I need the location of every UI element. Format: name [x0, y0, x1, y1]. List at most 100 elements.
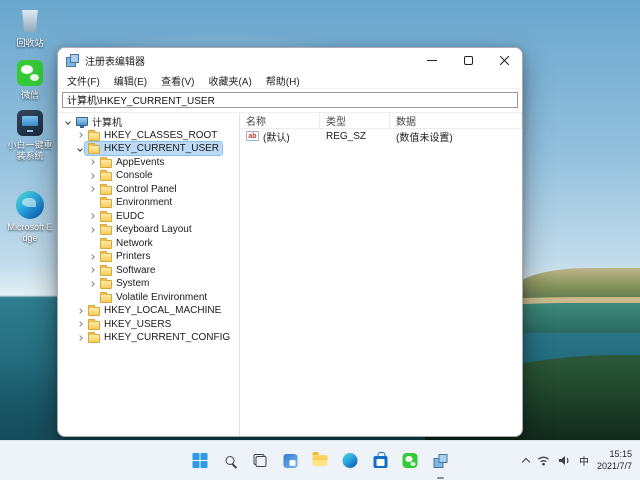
tree-node-appevents[interactable]: AppEvents: [58, 156, 239, 170]
expand-icon[interactable]: [89, 186, 95, 192]
expand-icon[interactable]: [89, 267, 95, 273]
column-header-type[interactable]: 类型: [320, 113, 390, 128]
collapse-icon[interactable]: [65, 119, 71, 125]
expand-icon[interactable]: [89, 159, 95, 165]
volume-button[interactable]: [558, 455, 571, 466]
collapse-icon[interactable]: [77, 146, 83, 152]
tree-node-label: Volatile Environment: [116, 292, 207, 303]
minimize-button[interactable]: [414, 48, 450, 72]
folder-icon: [88, 334, 100, 343]
expander-cell[interactable]: [74, 336, 85, 340]
widgets-button[interactable]: [277, 447, 304, 474]
tree-node-eudc[interactable]: EUDC: [58, 210, 239, 224]
expander-cell[interactable]: [86, 160, 97, 164]
expand-icon[interactable]: [89, 213, 95, 219]
tree-node-hkey-current-config[interactable]: HKEY_CURRENT_CONFIG: [58, 331, 239, 345]
tree-node-label: 计算机: [92, 114, 122, 129]
expand-icon[interactable]: [89, 227, 95, 233]
tree-node-software[interactable]: Software: [58, 264, 239, 278]
expander-cell[interactable]: [86, 174, 97, 178]
tree-node-label: Environment: [116, 197, 172, 208]
wechat-button[interactable]: [397, 447, 424, 474]
expander-cell[interactable]: [86, 268, 97, 272]
expander-cell[interactable]: [86, 282, 97, 286]
tree-node-control-panel[interactable]: Control Panel: [58, 183, 239, 197]
tree-node-label: Keyboard Layout: [116, 224, 192, 235]
menu-help[interactable]: 帮助(H): [259, 72, 307, 89]
value-data: (数值未设置): [390, 129, 522, 144]
tree-node-hkey-current-user[interactable]: HKEY_CURRENT_USER: [58, 142, 239, 156]
reg-sz-icon: ab: [246, 131, 259, 141]
desktop-icon-wechat[interactable]: 微信: [6, 58, 54, 101]
tree-node-network[interactable]: Network: [58, 237, 239, 251]
task-view-button[interactable]: [247, 447, 274, 474]
address-bar[interactable]: [62, 92, 518, 108]
expand-icon[interactable]: [89, 173, 95, 179]
close-button[interactable]: [486, 48, 522, 72]
tree-node-system[interactable]: System: [58, 277, 239, 291]
expand-icon[interactable]: [77, 335, 83, 341]
value-name: (默认): [263, 129, 290, 144]
expander-cell[interactable]: [86, 214, 97, 218]
tree-node-environment[interactable]: Environment: [58, 196, 239, 210]
expand-icon[interactable]: [89, 254, 95, 260]
tree-node-console[interactable]: Console: [58, 169, 239, 183]
tree-node-hkey-users[interactable]: HKEY_USERS: [58, 318, 239, 332]
expand-icon[interactable]: [77, 321, 83, 327]
registry-value-row[interactable]: ab (默认) REG_SZ(数值未设置): [240, 129, 522, 143]
expander-cell[interactable]: [74, 133, 85, 137]
caption-buttons: [414, 48, 522, 72]
start-button[interactable]: [187, 447, 214, 474]
ime-indicator[interactable]: 中: [579, 453, 589, 468]
tree-node-hkey-local-machine[interactable]: HKEY_LOCAL_MACHINE: [58, 304, 239, 318]
store-button[interactable]: [367, 447, 394, 474]
expander-cell[interactable]: [74, 147, 85, 151]
menu-favorites[interactable]: 收藏夹(A): [201, 72, 258, 89]
registry-editor-taskbar-button[interactable]: [427, 447, 454, 474]
registry-tree: 计算机HKEY_CLASSES_ROOTHKEY_CURRENT_USERApp…: [58, 113, 239, 436]
value-type: REG_SZ: [320, 131, 390, 142]
expand-icon[interactable]: [77, 132, 83, 138]
folder-icon: [100, 280, 112, 289]
tree-node-printers[interactable]: Printers: [58, 250, 239, 264]
tree-node-[interactable]: 计算机: [58, 115, 239, 129]
expand-icon[interactable]: [89, 281, 95, 287]
folder-icon: [88, 132, 100, 141]
folder-icon: [88, 307, 100, 316]
tray-time: 15:15: [597, 449, 632, 461]
expander-cell[interactable]: [86, 255, 97, 259]
column-header-data[interactable]: 数据: [390, 113, 522, 128]
menu-file[interactable]: 文件(F): [60, 72, 107, 89]
tree-node-label: Control Panel: [116, 184, 177, 195]
expander-cell[interactable]: [62, 120, 73, 124]
tree-node-hkey-classes-root[interactable]: HKEY_CLASSES_ROOT: [58, 129, 239, 143]
menu-view[interactable]: 查看(V): [154, 72, 201, 89]
desktop-icon-label: Microsoft Edge: [6, 222, 54, 244]
tree-node-keyboard-layout[interactable]: Keyboard Layout: [58, 223, 239, 237]
system-tray: 中 15:15 2021/7/7: [523, 441, 632, 480]
expand-icon[interactable]: [77, 308, 83, 314]
expander-cell[interactable]: [74, 309, 85, 313]
expander-cell[interactable]: [74, 322, 85, 326]
desktop-icon-edge[interactable]: Microsoft Edge: [6, 190, 54, 244]
desktop-icon-recycle-bin[interactable]: 回收站: [6, 6, 54, 49]
menu-edit[interactable]: 编辑(E): [107, 72, 154, 89]
edge-button[interactable]: [337, 447, 364, 474]
wechat-icon: [403, 453, 418, 468]
expander-cell[interactable]: [86, 187, 97, 191]
tree-node-volatile-environment[interactable]: Volatile Environment: [58, 291, 239, 305]
column-header-name[interactable]: 名称: [240, 113, 320, 128]
folder-icon: [100, 213, 112, 222]
clock[interactable]: 15:15 2021/7/7: [597, 449, 632, 472]
desktop-icon-xiaobai[interactable]: 小白一键重装系统: [6, 108, 54, 162]
network-button[interactable]: [537, 455, 550, 466]
maximize-button[interactable]: [450, 48, 486, 72]
hidden-icons-button[interactable]: [523, 456, 529, 465]
titlebar[interactable]: 注册表编辑器: [58, 48, 522, 72]
expander-cell[interactable]: [86, 228, 97, 232]
tree-node-label: HKEY_CURRENT_CONFIG: [104, 332, 230, 343]
search-button[interactable]: [217, 447, 244, 474]
search-icon: [226, 456, 235, 465]
desktop-icon-label: 小白一键重装系统: [6, 140, 54, 162]
file-explorer-button[interactable]: [307, 447, 334, 474]
